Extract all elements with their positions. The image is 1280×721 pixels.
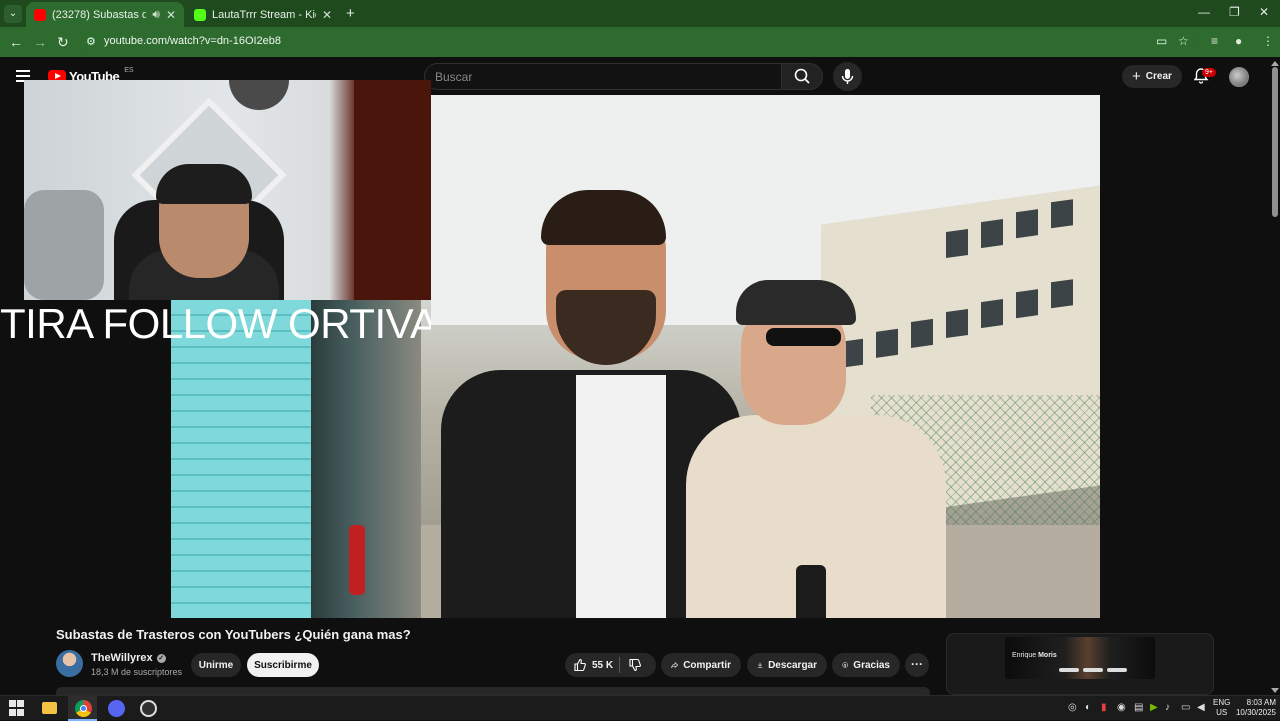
sidebar-ad-card[interactable]: Enrique Moris	[946, 633, 1214, 695]
tab-youtube[interactable]: (23278) Subastas de Trasteros 🔊︎ ✕	[26, 2, 184, 27]
svg-text:$: $	[844, 663, 846, 667]
create-button[interactable]: + Crear	[1122, 65, 1182, 88]
tab-label: (23278) Subastas de Trasteros	[52, 8, 147, 21]
webcam-lamp	[229, 80, 289, 110]
search-icon	[794, 68, 810, 84]
scroll-down-arrow-icon[interactable]	[1271, 688, 1279, 693]
close-tab-icon[interactable]: ✕	[166, 8, 176, 22]
create-label: Crear	[1145, 71, 1172, 82]
tab-label: LautaTrrr Stream - Kick Dashboard	[212, 8, 316, 21]
video-title: Subastas de Trasteros con YouTubers ¿Qui…	[56, 627, 411, 642]
download-icon	[757, 662, 763, 668]
subscriber-count: 18,3 M de suscriptores	[91, 667, 183, 677]
share-button[interactable]: Compartir	[661, 653, 741, 677]
webcam-overlay	[24, 80, 431, 300]
dislike-button[interactable]	[628, 658, 642, 675]
browser-menu-icon[interactable]: ⋮	[1262, 34, 1274, 48]
tray-microphone-icon[interactable]: ♪	[1165, 702, 1170, 713]
media-control-icon[interactable]: ≡	[1211, 34, 1218, 48]
super-thanks-icon: $	[842, 662, 848, 668]
browser-tab-bar: ⌄ (23278) Subastas de Trasteros 🔊︎ ✕ Lau…	[0, 0, 1280, 27]
new-tab-button[interactable]: +	[346, 5, 355, 22]
search-box	[424, 63, 782, 90]
channel-avatar[interactable]	[56, 650, 83, 677]
notification-badge: 9+	[1202, 68, 1216, 77]
tray-icon[interactable]: ▤	[1134, 702, 1143, 713]
reload-button[interactable]: ↻	[57, 34, 69, 51]
restore-button[interactable]: ❐	[1229, 5, 1240, 19]
voice-search-button[interactable]	[833, 62, 862, 91]
thumbs-up-icon	[574, 658, 586, 672]
video-scene-extinguisher	[349, 525, 365, 595]
windows-taskbar: ◎ ◐ ▮ ◉ ▤ ▶ ♪ ▭ ◀ ENG US 8:03 AM 10/30/2…	[0, 695, 1280, 721]
webcam-streamer-hair	[156, 164, 252, 204]
webcam-door	[354, 80, 431, 300]
channel-name-row[interactable]: TheWillyrex ✓	[91, 652, 166, 664]
language-indicator[interactable]: ENG US	[1213, 698, 1230, 718]
like-button[interactable]: 55 K	[573, 658, 613, 672]
tray-network-icon[interactable]: ▭	[1181, 702, 1190, 713]
like-count: 55 K	[592, 659, 614, 671]
video-scene-microphone	[796, 565, 826, 618]
forward-button[interactable]: →	[33, 34, 47, 50]
account-avatar[interactable]	[1229, 67, 1249, 87]
plus-icon: +	[1132, 68, 1141, 85]
microphone-icon	[841, 69, 854, 84]
tray-icon[interactable]: ▮	[1101, 702, 1107, 713]
close-window-button[interactable]: ✕	[1259, 5, 1269, 19]
search-input[interactable]	[435, 70, 765, 84]
browser-toolbar: ← → ↻ ⚙ youtube.com/watch?v=dn-16OI2eb8 …	[0, 27, 1280, 57]
address-bar[interactable]: ⚙ youtube.com/watch?v=dn-16OI2eb8 ▭ ☆	[78, 30, 1200, 54]
like-divider	[619, 657, 620, 673]
profile-icon[interactable]: ●	[1235, 34, 1242, 48]
close-tab-icon[interactable]: ✕	[322, 8, 332, 22]
back-button[interactable]: ←	[9, 34, 23, 50]
url-text: youtube.com/watch?v=dn-16OI2eb8	[104, 35, 282, 47]
tray-icon[interactable]: ◐	[1085, 702, 1091, 713]
bookmark-star-icon[interactable]: ☆	[1178, 34, 1189, 48]
minimize-button[interactable]: —	[1198, 5, 1210, 19]
ad-name: Enrique Moris	[1012, 652, 1057, 659]
youtube-favicon-icon	[34, 8, 46, 21]
obs-icon[interactable]	[140, 700, 157, 717]
share-label: Compartir	[683, 659, 731, 671]
tab-search-button[interactable]: ⌄	[4, 5, 22, 23]
share-icon	[671, 662, 679, 668]
page-scrollbar[interactable]	[1270, 57, 1280, 695]
join-button[interactable]: Unirme	[191, 653, 241, 677]
tray-nvidia-icon[interactable]: ▶	[1150, 702, 1158, 713]
audio-icon[interactable]: 🔊︎	[152, 7, 160, 22]
channel-name[interactable]: TheWillyrex	[91, 652, 153, 664]
download-button[interactable]: Descargar	[747, 653, 827, 677]
system-clock[interactable]: 8:03 AM 10/30/2025	[1234, 698, 1276, 718]
thanks-button[interactable]: $ Gracias	[832, 653, 900, 677]
webcam-chair-left	[24, 190, 104, 300]
like-dislike-group: 55 K	[565, 653, 656, 677]
stream-overlay-text: TIRA FOLLOW ORTIVA	[0, 300, 431, 347]
description-box[interactable]	[56, 687, 930, 695]
verified-check-icon: ✓	[156, 653, 166, 663]
more-actions-button[interactable]: ···	[905, 653, 929, 677]
scrollbar-thumb[interactable]	[1272, 67, 1278, 217]
file-explorer-icon[interactable]	[42, 702, 57, 714]
search-button[interactable]	[781, 63, 823, 90]
kick-favicon-icon	[194, 8, 206, 21]
download-label: Descargar	[768, 659, 817, 671]
subscribe-label: Suscribirme	[254, 659, 312, 671]
country-code: ES	[124, 67, 134, 74]
discord-icon[interactable]	[108, 700, 125, 717]
tray-icon[interactable]: ◉	[1117, 702, 1126, 713]
cast-icon[interactable]: ▭	[1156, 34, 1167, 48]
thanks-label: Gracias	[853, 659, 890, 671]
join-label: Unirme	[198, 659, 234, 671]
chrome-icon[interactable]	[75, 700, 92, 717]
site-info-icon[interactable]: ⚙	[86, 35, 96, 48]
windows-start-icon[interactable]	[9, 700, 26, 717]
thumbs-down-icon	[629, 658, 641, 672]
scroll-up-arrow-icon[interactable]	[1271, 61, 1279, 66]
tab-kick[interactable]: LautaTrrr Stream - Kick Dashboard ✕	[186, 2, 340, 27]
subscribe-button[interactable]: Suscribirme	[247, 653, 319, 677]
tray-steam-icon[interactable]: ◎	[1068, 702, 1077, 713]
tray-volume-icon[interactable]: ◀	[1197, 702, 1205, 713]
